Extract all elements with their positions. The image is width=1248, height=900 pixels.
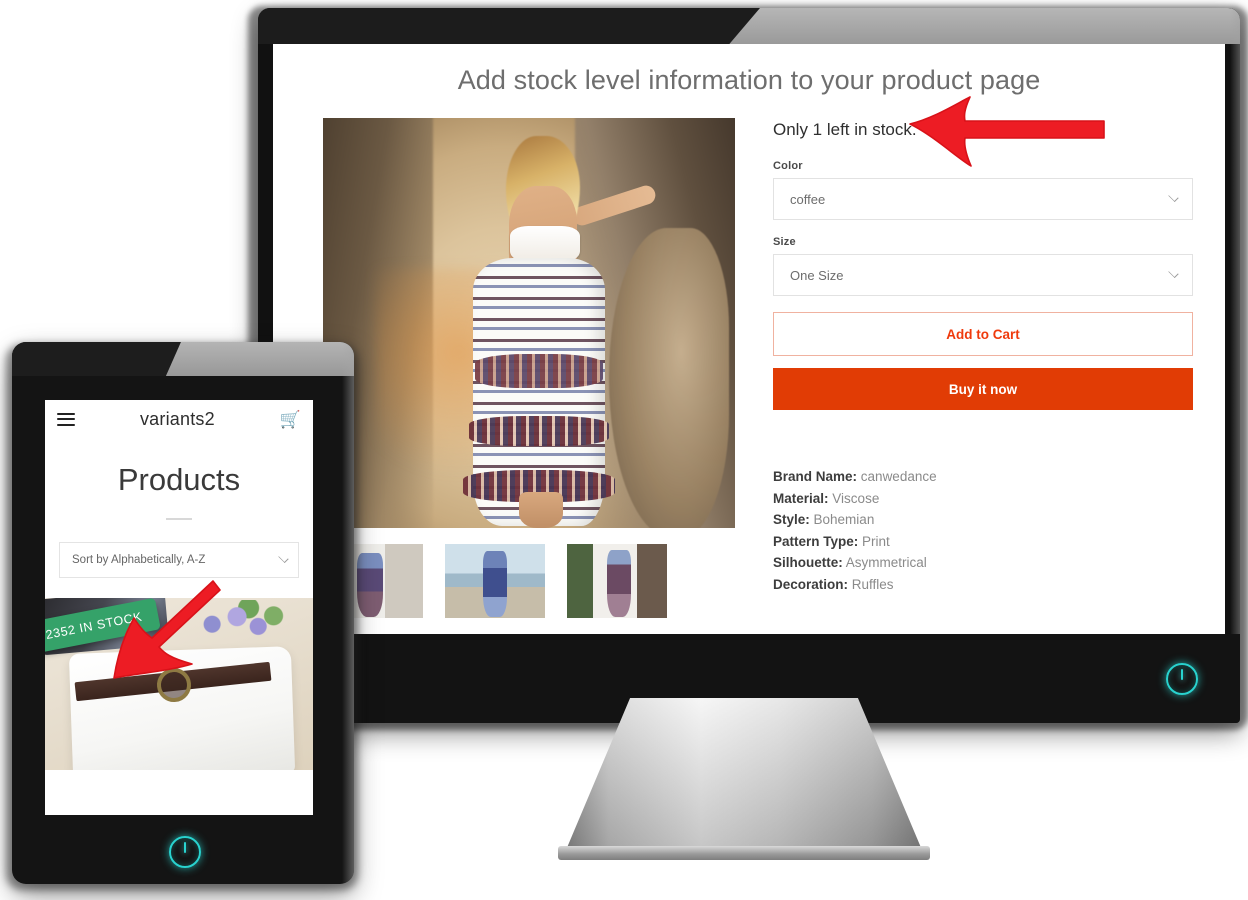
- tablet-top-bezel: [12, 342, 354, 376]
- title-divider: [166, 518, 192, 520]
- image-flowers: [191, 600, 287, 644]
- collection-product-image[interactable]: 2352 IN STOCK: [45, 598, 313, 770]
- spec-key: Style:: [773, 512, 810, 527]
- product-main-image[interactable]: [323, 118, 735, 528]
- monitor-side-highlight: [1230, 8, 1240, 723]
- monitor-stand-base: [558, 846, 930, 860]
- monitor-bezel-highlight: [729, 8, 1240, 44]
- sort-select-value: Sort by Alphabetically, A-Z: [72, 554, 206, 566]
- monitor-body: Add stock level information to your prod…: [258, 8, 1240, 723]
- spec-value: canwedance: [860, 469, 937, 484]
- size-option-label: Size: [773, 236, 796, 248]
- tablet-device: variants2 🛒 Products Sort by Alphabetica…: [0, 338, 360, 890]
- spec-value: Bohemian: [813, 512, 875, 527]
- tablet-side-highlight: [342, 342, 354, 884]
- spec-row: Silhouette: Asymmetrical: [773, 552, 1193, 574]
- spec-key: Brand Name:: [773, 469, 858, 484]
- color-select-value: coffee: [790, 191, 826, 207]
- product-thumbnail-row: [323, 544, 735, 618]
- color-option-label: Color: [773, 160, 803, 172]
- add-to-cart-button[interactable]: Add to Cart: [773, 312, 1193, 356]
- spec-value: Asymmetrical: [845, 555, 927, 570]
- collection-title: Products: [117, 462, 241, 497]
- product-detail-layout: Only 1 left in stock. Color coffee Size …: [273, 96, 1225, 618]
- desktop-monitor: Add stock level information to your prod…: [240, 0, 1248, 860]
- store-name: variants2: [139, 408, 215, 429]
- size-select-value: One Size: [790, 267, 844, 283]
- power-icon[interactable]: [169, 836, 201, 868]
- spec-row: Pattern Type: Print: [773, 531, 1193, 553]
- tablet-screen: variants2 🛒 Products Sort by Alphabetica…: [45, 400, 313, 815]
- buy-it-now-button[interactable]: Buy it now: [773, 368, 1193, 410]
- spec-key: Pattern Type:: [773, 533, 859, 549]
- chevron-down-icon: [1168, 267, 1179, 279]
- tablet-body: variants2 🛒 Products Sort by Alphabetica…: [12, 342, 354, 884]
- product-gallery: [323, 118, 735, 618]
- product-thumbnail-3[interactable]: [567, 544, 667, 618]
- spec-row: Decoration: Ruffles: [773, 574, 1193, 596]
- spec-key: Silhouette:: [773, 555, 843, 570]
- image-skirt-band-2: [469, 416, 609, 446]
- stock-level-message: Only 1 left in stock.: [773, 120, 917, 139]
- color-select[interactable]: coffee: [773, 178, 1193, 220]
- spec-row: Style: Bohemian: [773, 509, 1193, 531]
- page-title: Add stock level information to your prod…: [457, 65, 1041, 95]
- spec-row: Material: Viscose: [773, 488, 1193, 510]
- image-model-legs: [519, 492, 563, 528]
- product-specs-list: Brand Name: canwedance Material: Viscose…: [773, 466, 1193, 595]
- spec-key: Decoration:: [773, 576, 849, 592]
- sort-select[interactable]: Sort by Alphabetically, A-Z: [59, 542, 299, 578]
- power-icon[interactable]: [1166, 663, 1198, 695]
- monitor-screen: Add stock level information to your prod…: [273, 44, 1225, 634]
- chevron-down-icon: [278, 552, 289, 564]
- spec-row: Brand Name: canwedance: [773, 466, 1193, 488]
- tablet-store-header: variants2 🛒: [45, 400, 313, 438]
- chevron-down-icon: [1168, 191, 1179, 203]
- spec-key: Material:: [773, 490, 829, 506]
- product-purchase-panel: Only 1 left in stock. Color coffee Size …: [773, 118, 1193, 618]
- size-select[interactable]: One Size: [773, 254, 1193, 296]
- product-thumbnail-2[interactable]: [445, 544, 545, 618]
- hamburger-menu-icon[interactable]: [57, 409, 75, 429]
- promo-scene: Add stock level information to your prod…: [0, 0, 1248, 900]
- spec-value: Print: [862, 533, 890, 549]
- tablet-bezel-highlight: [165, 342, 354, 376]
- monitor-top-bezel: [258, 8, 1240, 44]
- shopping-cart-icon[interactable]: 🛒: [280, 411, 301, 428]
- spec-value: Ruffles: [851, 576, 894, 592]
- image-skirt-band-1: [475, 354, 603, 388]
- image-rock-right-2: [609, 228, 729, 528]
- spec-value: Viscose: [832, 490, 880, 506]
